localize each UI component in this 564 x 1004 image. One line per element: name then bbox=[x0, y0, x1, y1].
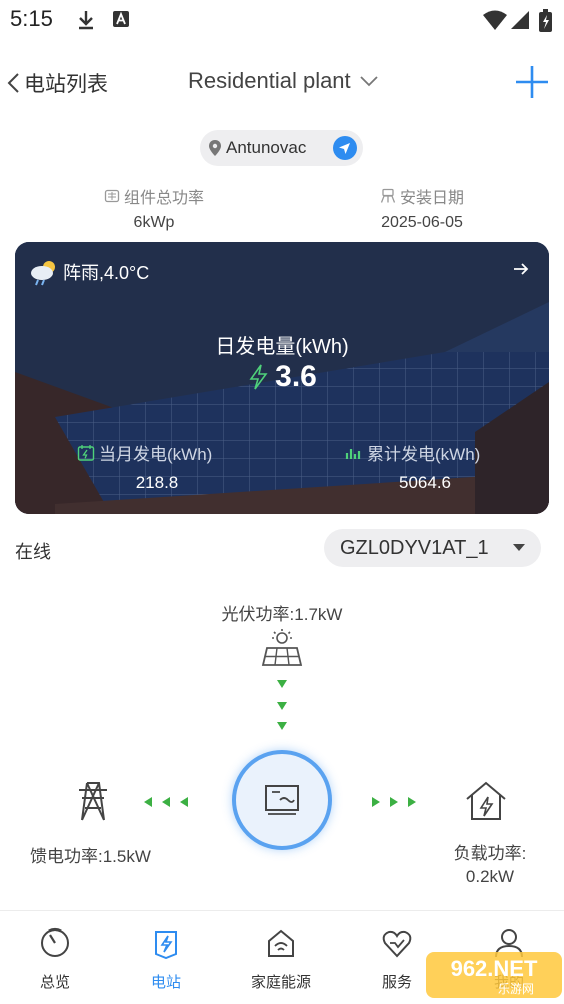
device-selected: GZL0DYV1AT_1 bbox=[340, 536, 489, 559]
install-label: 安装日期 bbox=[399, 190, 464, 207]
total-energy-label: 累计发电(kWh) bbox=[367, 445, 481, 464]
add-plant-button[interactable] bbox=[514, 64, 550, 100]
caret-down-icon bbox=[513, 544, 525, 551]
status-time: 5:15 bbox=[10, 6, 53, 31]
panel-icon bbox=[104, 189, 120, 203]
daily-energy-value: 3.6 bbox=[275, 360, 317, 393]
load-power: 负载功率: 0.2kW bbox=[440, 842, 540, 888]
svg-text:乐游网: 乐游网 bbox=[498, 982, 534, 996]
navigate-icon bbox=[333, 136, 357, 160]
grid-flow-arrows bbox=[144, 797, 188, 807]
location-pill[interactable]: Antunovac bbox=[200, 130, 363, 166]
install-date-info: 安装日期 2025-06-05 bbox=[352, 184, 492, 232]
month-energy-value: 218.8 bbox=[135, 473, 179, 492]
month-energy-label: 当月发电(kWh) bbox=[99, 445, 213, 464]
daily-energy-label: 日发电量(kWh) bbox=[215, 336, 349, 358]
capacity-info: 组件总功率 6kWp bbox=[84, 184, 224, 232]
install-value: 2025-06-05 bbox=[381, 214, 463, 231]
inverter-icon bbox=[265, 785, 299, 815]
solar-panel-icon bbox=[261, 629, 303, 666]
home-energy-icon bbox=[268, 929, 294, 957]
tab-label: 总览 bbox=[39, 974, 70, 991]
download-icon bbox=[79, 11, 93, 30]
install-icon bbox=[380, 188, 396, 203]
daily-energy-row: 3.6 bbox=[15, 360, 549, 394]
device-select[interactable]: GZL0DYV1AT_1 bbox=[324, 529, 541, 567]
chevron-down-icon bbox=[360, 76, 378, 87]
energy-card[interactable]: 阵雨,4.0°C 日发电量(kWh) 3.6 当月发电(kWh) 218.8 累… bbox=[15, 242, 549, 514]
status-bar: 5:15 bbox=[0, 0, 564, 40]
pv-power-text: 光伏功率:1.7kW bbox=[221, 605, 343, 624]
bar-chart-icon bbox=[345, 448, 361, 459]
plant-name: Residential plant bbox=[188, 68, 351, 93]
home-load-icon bbox=[466, 781, 506, 820]
back-label: 电站列表 bbox=[24, 73, 108, 96]
service-icon bbox=[382, 930, 412, 958]
capacity-value: 6kWp bbox=[133, 214, 175, 231]
tab-label: 家庭能源 bbox=[250, 974, 311, 991]
grid-tower-icon bbox=[79, 782, 107, 821]
load-power-value: 0.2kW bbox=[465, 867, 515, 886]
nav-header: 电站列表 Residential plant bbox=[0, 56, 564, 108]
capacity-label: 组件总功率 bbox=[123, 190, 204, 207]
weather-text: 阵雨,4.0°C bbox=[63, 263, 150, 283]
month-energy: 当月发电(kWh) 218.8 bbox=[77, 440, 237, 493]
battery-icon bbox=[539, 9, 552, 32]
wifi-icon bbox=[483, 10, 507, 30]
total-energy: 累计发电(kWh) 5064.6 bbox=[345, 440, 505, 493]
plant-selector[interactable]: Residential plant bbox=[188, 68, 379, 94]
location-name: Antunovac bbox=[226, 138, 307, 157]
grid-power-text: 馈电功率:1.5kW bbox=[30, 847, 151, 866]
svg-text:962.NET: 962.NET bbox=[451, 956, 538, 981]
total-energy-value: 5064.6 bbox=[399, 473, 451, 492]
signal-icon bbox=[511, 11, 529, 29]
rain-cloud-icon bbox=[31, 261, 55, 286]
map-pin-icon bbox=[209, 140, 221, 156]
online-status: 在线 bbox=[15, 542, 51, 562]
tab-station[interactable]: 电站 bbox=[118, 911, 214, 1004]
tab-label: 电站 bbox=[150, 974, 181, 991]
arrow-right-icon[interactable] bbox=[513, 260, 529, 281]
load-power-label: 负载功率: bbox=[453, 844, 527, 863]
tab-home-energy[interactable]: 家庭能源 bbox=[233, 911, 329, 1004]
station-icon bbox=[155, 931, 177, 959]
inverter-node[interactable] bbox=[232, 750, 332, 850]
lightning-icon bbox=[249, 364, 268, 390]
overview-icon bbox=[41, 928, 69, 957]
tab-overview[interactable]: 总览 bbox=[7, 911, 103, 1004]
pv-flow-arrows bbox=[277, 680, 287, 730]
watermark-logo: 962.NET 乐游网 bbox=[426, 952, 562, 998]
back-button[interactable]: 电站列表 bbox=[6, 68, 108, 98]
tab-label: 服务 bbox=[381, 974, 412, 991]
load-flow-arrows bbox=[372, 797, 416, 807]
font-icon bbox=[113, 11, 129, 27]
weather-row: 阵雨,4.0°C bbox=[29, 258, 149, 286]
calendar-bolt-icon bbox=[77, 444, 95, 461]
chevron-left-icon bbox=[7, 73, 19, 93]
